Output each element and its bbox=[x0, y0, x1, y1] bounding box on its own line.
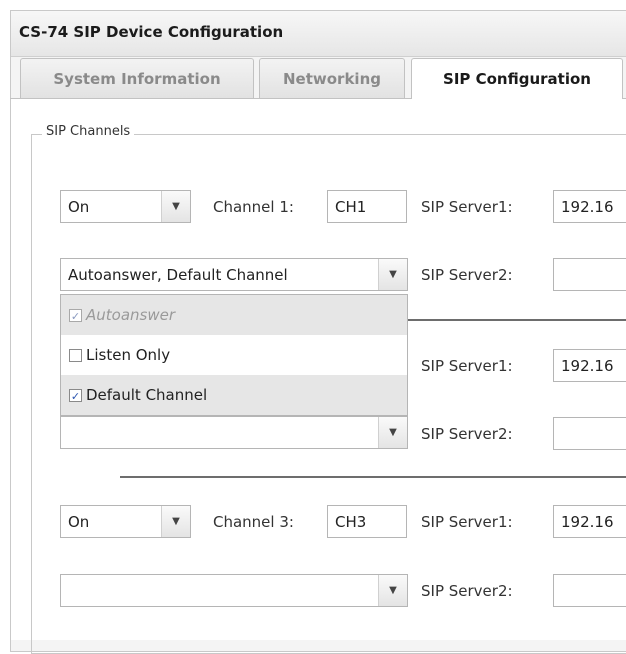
tab-system-information[interactable]: System Information bbox=[20, 58, 254, 98]
channel1-label: Channel 1: bbox=[213, 198, 294, 216]
title-bar: CS-74 SIP Device Configuration bbox=[11, 11, 626, 57]
option-label: Default Channel bbox=[86, 386, 208, 404]
option-listen-only[interactable]: Listen Only bbox=[61, 335, 407, 375]
channel3-mode-select[interactable]: On ▼ bbox=[60, 505, 191, 538]
option-default-channel[interactable]: ✓ Default Channel bbox=[61, 375, 407, 415]
option-label: Listen Only bbox=[86, 346, 171, 364]
checkbox-checked-icon: ✓ bbox=[69, 308, 82, 323]
channel3-server2-label: SIP Server2: bbox=[421, 582, 513, 600]
channel2-server1-label: SIP Server1: bbox=[421, 357, 513, 375]
tab-label: SIP Configuration bbox=[443, 70, 591, 88]
checkbox-unchecked-icon bbox=[69, 348, 82, 362]
chevron-down-icon: ▼ bbox=[378, 575, 407, 606]
channel1-server2-input[interactable] bbox=[553, 258, 626, 291]
channel1-mode-select[interactable]: On ▼ bbox=[60, 190, 191, 223]
chevron-down-icon: ▼ bbox=[161, 191, 190, 222]
channel1-options-dropdown: ✓ Autoanswer Listen Only ✓ Default Chann… bbox=[60, 294, 408, 416]
channel1-server1-input[interactable]: 192.16 bbox=[553, 190, 626, 223]
channel3-label: Channel 3: bbox=[213, 513, 294, 531]
channel-separator bbox=[120, 476, 626, 478]
window-title: CS-74 SIP Device Configuration bbox=[19, 23, 284, 41]
chevron-down-icon: ▼ bbox=[378, 417, 407, 448]
chevron-down-icon: ▼ bbox=[378, 259, 407, 290]
channel1-server2-label: SIP Server2: bbox=[421, 266, 513, 284]
channel3-server2-input[interactable] bbox=[553, 574, 626, 607]
channel1-server1-label: SIP Server1: bbox=[421, 198, 513, 216]
channel1-options-select[interactable]: Autoanswer, Default Channel ▼ bbox=[60, 258, 408, 291]
channel3-server1-input[interactable]: 192.16 bbox=[553, 505, 626, 538]
chevron-down-icon: ▼ bbox=[161, 506, 190, 537]
channel3-server1-label: SIP Server1: bbox=[421, 513, 513, 531]
tab-label: System Information bbox=[53, 69, 221, 88]
checkbox-checked-icon: ✓ bbox=[69, 388, 82, 403]
select-value: On bbox=[68, 513, 90, 531]
select-value: Autoanswer, Default Channel bbox=[68, 266, 288, 284]
channel2-server1-input[interactable]: 192.16 bbox=[553, 349, 626, 382]
option-autoanswer: ✓ Autoanswer bbox=[61, 295, 407, 335]
channel2-server2-label: SIP Server2: bbox=[421, 425, 513, 443]
channel2-options-select[interactable]: ▼ bbox=[60, 416, 408, 449]
tab-networking[interactable]: Networking bbox=[259, 58, 405, 98]
option-label: Autoanswer bbox=[86, 306, 176, 324]
channel3-name-input[interactable]: CH3 bbox=[327, 505, 407, 538]
channel2-server2-input[interactable] bbox=[553, 417, 626, 450]
select-value: On bbox=[68, 198, 90, 216]
channel1-name-input[interactable]: CH1 bbox=[327, 190, 407, 223]
channel3-options-select[interactable]: ▼ bbox=[60, 574, 408, 607]
tab-label: Networking bbox=[283, 69, 381, 88]
tab-sip-configuration[interactable]: SIP Configuration bbox=[411, 58, 623, 99]
sip-channels-legend: SIP Channels bbox=[42, 124, 135, 139]
